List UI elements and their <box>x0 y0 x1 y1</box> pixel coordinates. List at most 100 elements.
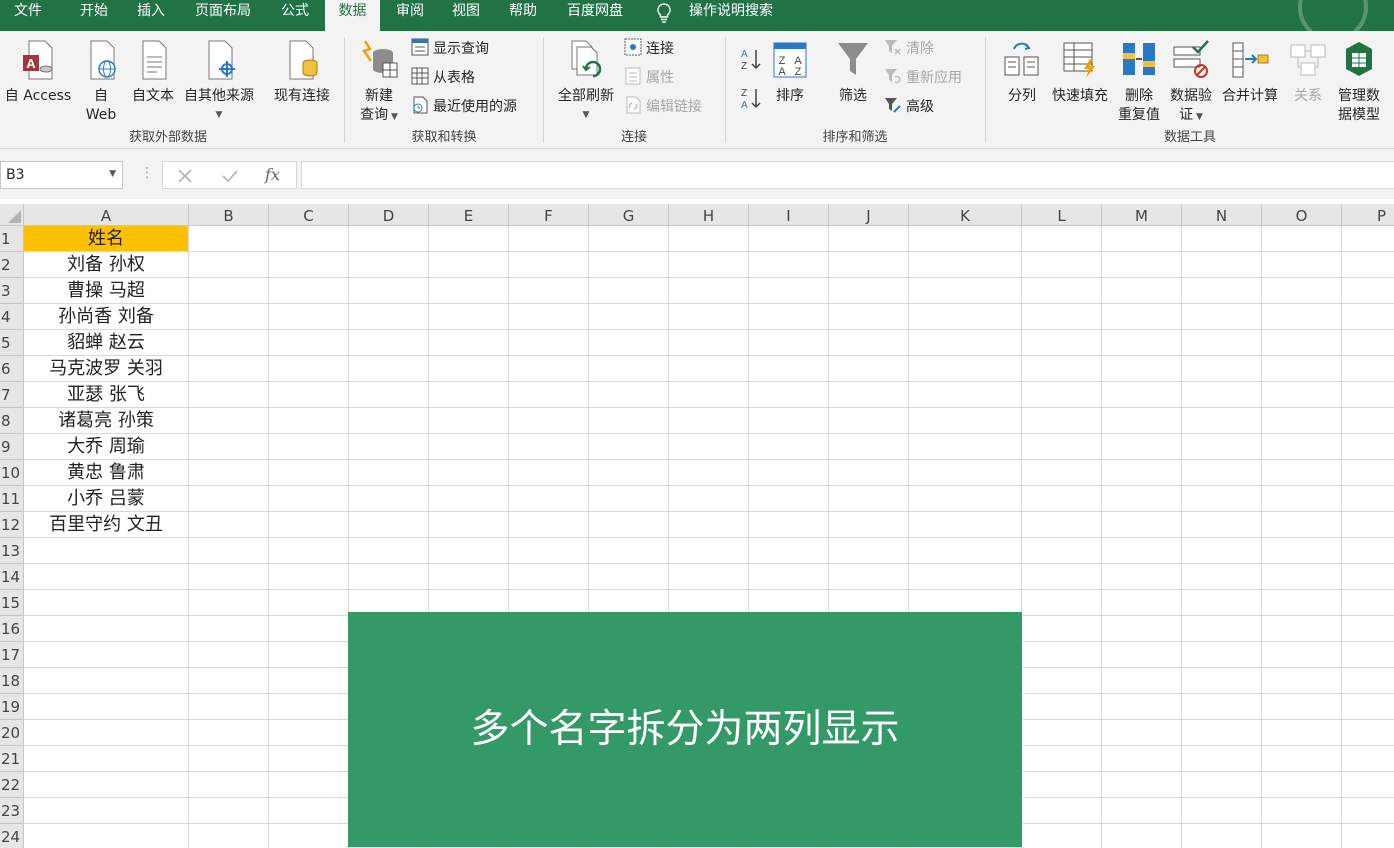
cell-i11[interactable] <box>749 486 829 512</box>
cell-a23[interactable] <box>24 798 189 824</box>
reapply-button[interactable]: 重新应用 <box>884 67 962 88</box>
cell-p22[interactable] <box>1342 772 1394 798</box>
cell-e4[interactable] <box>429 304 509 330</box>
cell-i6[interactable] <box>749 356 829 382</box>
cell-a9[interactable]: 大乔 周瑜 <box>24 434 189 460</box>
column-header-g[interactable]: G <box>589 204 669 226</box>
text-to-columns-button[interactable]: 分列 <box>1000 39 1044 106</box>
cell-a18[interactable] <box>24 668 189 694</box>
cell-b17[interactable] <box>189 642 269 668</box>
column-header-d[interactable]: D <box>349 204 429 226</box>
cell-o17[interactable] <box>1262 642 1342 668</box>
cell-o10[interactable] <box>1262 460 1342 486</box>
row-header-4[interactable]: 4 <box>0 304 24 330</box>
row-header-12[interactable]: 12 <box>0 512 24 538</box>
cell-j8[interactable] <box>829 408 909 434</box>
cell-d2[interactable] <box>349 252 429 278</box>
cell-p24[interactable] <box>1342 824 1394 848</box>
drag-handle-icon[interactable]: ⋮ <box>140 165 154 181</box>
cell-o12[interactable] <box>1262 512 1342 538</box>
cell-a12[interactable]: 百里守约 文丑 <box>24 512 189 538</box>
cell-i12[interactable] <box>749 512 829 538</box>
cell-j3[interactable] <box>829 278 909 304</box>
cell-o6[interactable] <box>1262 356 1342 382</box>
cell-o9[interactable] <box>1262 434 1342 460</box>
cell-o24[interactable] <box>1262 824 1342 848</box>
cell-a13[interactable] <box>24 538 189 564</box>
cell-g2[interactable] <box>589 252 669 278</box>
from-text-button[interactable]: 自文本 <box>128 39 178 106</box>
cell-c9[interactable] <box>269 434 349 460</box>
cell-o20[interactable] <box>1262 720 1342 746</box>
remove-duplicates-button[interactable]: 删除 重复值 <box>1114 39 1164 125</box>
cell-e6[interactable] <box>429 356 509 382</box>
cell-p7[interactable] <box>1342 382 1394 408</box>
clear-filter-button[interactable]: 清除 <box>884 38 934 59</box>
chevron-down-icon[interactable]: ▼ <box>109 169 116 179</box>
cell-j7[interactable] <box>829 382 909 408</box>
cell-a15[interactable] <box>24 590 189 616</box>
cell-c19[interactable] <box>269 694 349 720</box>
cell-h14[interactable] <box>669 564 749 590</box>
cell-n6[interactable] <box>1182 356 1262 382</box>
cell-p19[interactable] <box>1342 694 1394 720</box>
cell-o23[interactable] <box>1262 798 1342 824</box>
cell-m12[interactable] <box>1102 512 1182 538</box>
cell-n23[interactable] <box>1182 798 1262 824</box>
cell-b8[interactable] <box>189 408 269 434</box>
cell-l11[interactable] <box>1022 486 1102 512</box>
cell-i7[interactable] <box>749 382 829 408</box>
cell-b9[interactable] <box>189 434 269 460</box>
row-header-8[interactable]: 8 <box>0 408 24 434</box>
cell-k8[interactable] <box>909 408 1022 434</box>
column-header-c[interactable]: C <box>269 204 349 226</box>
column-header-a[interactable]: A <box>24 204 189 226</box>
cell-f3[interactable] <box>509 278 589 304</box>
sort-ascending-icon[interactable]: A Z <box>740 47 762 71</box>
cell-n19[interactable] <box>1182 694 1262 720</box>
cell-b5[interactable] <box>189 330 269 356</box>
cell-c7[interactable] <box>269 382 349 408</box>
cell-o3[interactable] <box>1262 278 1342 304</box>
cell-k10[interactable] <box>909 460 1022 486</box>
cell-o21[interactable] <box>1262 746 1342 772</box>
cell-o14[interactable] <box>1262 564 1342 590</box>
row-header-5[interactable]: 5 <box>0 330 24 356</box>
cell-c10[interactable] <box>269 460 349 486</box>
cell-a24[interactable] <box>24 824 189 848</box>
new-query-button[interactable]: 新建 查询 ▼ <box>356 39 402 127</box>
column-header-o[interactable]: O <box>1262 204 1342 226</box>
cell-a5[interactable]: 貂蝉 赵云 <box>24 330 189 356</box>
column-header-j[interactable]: J <box>829 204 909 226</box>
cell-m9[interactable] <box>1102 434 1182 460</box>
cell-b6[interactable] <box>189 356 269 382</box>
cell-m10[interactable] <box>1102 460 1182 486</box>
cell-n7[interactable] <box>1182 382 1262 408</box>
column-header-b[interactable]: B <box>189 204 269 226</box>
cell-k6[interactable] <box>909 356 1022 382</box>
cell-h11[interactable] <box>669 486 749 512</box>
row-header-18[interactable]: 18 <box>0 668 24 694</box>
cell-a20[interactable] <box>24 720 189 746</box>
tab-baidu-netdisk[interactable]: 百度网盘 <box>558 0 632 31</box>
row-header-24[interactable]: 24 <box>0 824 24 848</box>
cell-c3[interactable] <box>269 278 349 304</box>
cell-h6[interactable] <box>669 356 749 382</box>
cell-l1[interactable] <box>1022 226 1102 252</box>
cell-i14[interactable] <box>749 564 829 590</box>
cell-l5[interactable] <box>1022 330 1102 356</box>
cell-l14[interactable] <box>1022 564 1102 590</box>
cell-l19[interactable] <box>1022 694 1102 720</box>
cell-p4[interactable] <box>1342 304 1394 330</box>
cell-f6[interactable] <box>509 356 589 382</box>
cell-c8[interactable] <box>269 408 349 434</box>
cell-l22[interactable] <box>1022 772 1102 798</box>
cell-f7[interactable] <box>509 382 589 408</box>
cell-o11[interactable] <box>1262 486 1342 512</box>
cell-j10[interactable] <box>829 460 909 486</box>
cell-g11[interactable] <box>589 486 669 512</box>
cell-m8[interactable] <box>1102 408 1182 434</box>
cell-c18[interactable] <box>269 668 349 694</box>
cell-e5[interactable] <box>429 330 509 356</box>
cell-b12[interactable] <box>189 512 269 538</box>
